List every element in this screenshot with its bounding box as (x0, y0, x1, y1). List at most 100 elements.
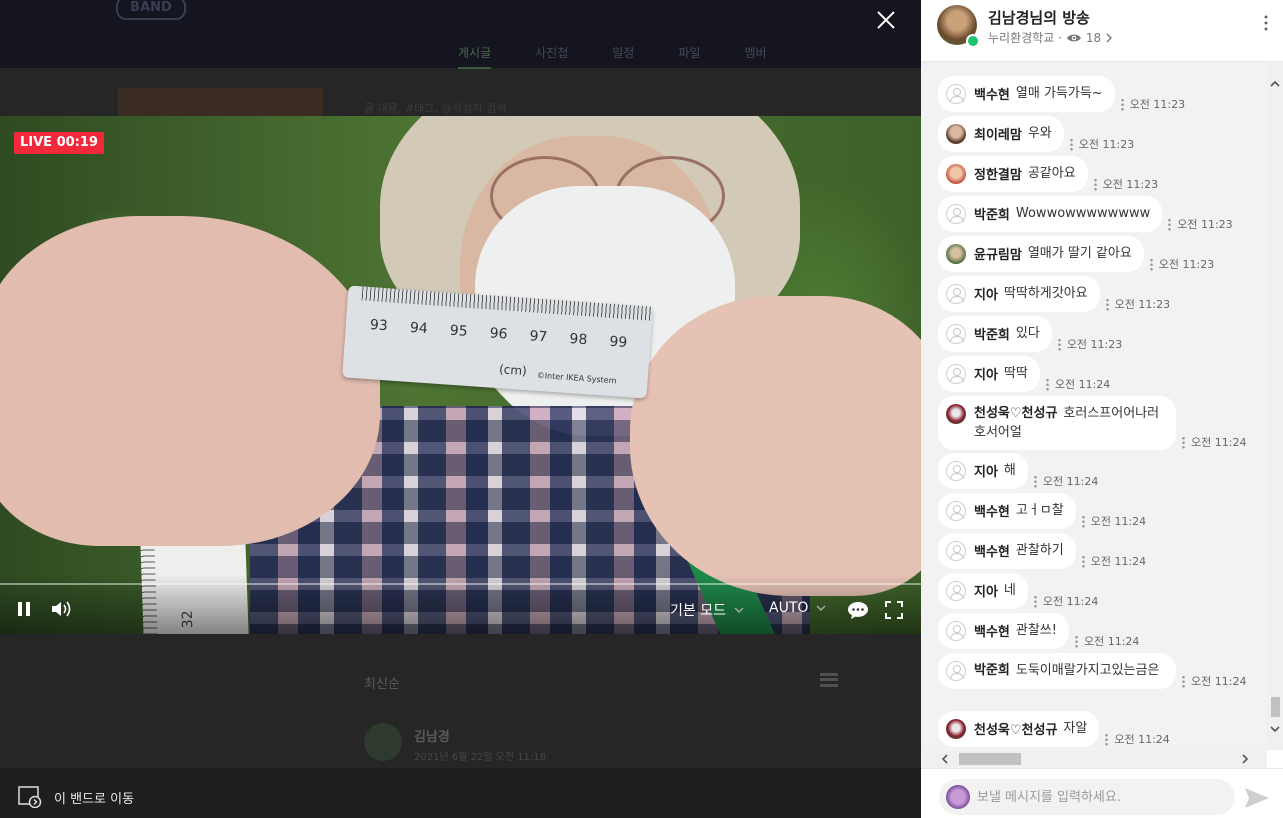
message-bubble: 지아 딱딱하게갓아요 (938, 276, 1100, 312)
user-avatar[interactable] (946, 364, 966, 384)
message-more-icon[interactable] (1149, 257, 1153, 271)
user-avatar[interactable] (946, 244, 966, 264)
vertical-scrollbar[interactable] (1267, 62, 1283, 750)
chat-message: 박준희 Wowwowwwwwwww 오전 11:23 (938, 196, 1233, 232)
message-more-icon[interactable] (1105, 732, 1109, 746)
user-avatar[interactable] (946, 284, 966, 304)
chat-message: 윤규림맘 열매가 딸기 같아요 오전 11:23 (938, 236, 1214, 272)
message-bubble: 정한결맘 공같아요 (938, 156, 1088, 192)
message-more-icon[interactable] (1045, 377, 1049, 391)
scroll-left-icon[interactable] (941, 754, 949, 764)
background-search: 글 내용, #태그, @작성자 검색 (364, 102, 507, 115)
mode-selector[interactable]: 기본 모드 (670, 600, 744, 620)
sender-name: 윤규림맘 (974, 248, 1022, 263)
ruler-number: 95 (449, 322, 469, 340)
fullscreen-icon[interactable] (885, 601, 903, 619)
message-text: 열매가 딸기 같아요 (1027, 246, 1132, 261)
message-more-icon[interactable] (1074, 634, 1078, 648)
message-more-icon[interactable] (1057, 337, 1061, 351)
message-time: 오전 11:23 (1177, 218, 1233, 231)
vertical-scroll-thumb[interactable] (1271, 697, 1280, 717)
message-more-icon[interactable] (1033, 474, 1037, 488)
live-video[interactable]: 34 33 32 93 94 95 96 97 98 99 (cm) ©Inte… (0, 116, 921, 634)
chat-message: 백수현 관찰쓰! 오전 11:24 (938, 613, 1139, 649)
message-more-icon[interactable] (1081, 554, 1085, 568)
background-tabs: 게시글 사진첩 일정 파일 멤버 (458, 44, 767, 69)
horizontal-scroll-thumb[interactable] (959, 753, 1021, 765)
message-more-icon[interactable] (1120, 97, 1124, 111)
eye-icon (1066, 34, 1081, 41)
message-more-icon[interactable] (1168, 217, 1172, 231)
user-avatar[interactable] (946, 164, 966, 184)
message-text: 열매 가득가득~ (1015, 86, 1103, 101)
pause-icon[interactable] (16, 600, 32, 618)
user-avatar[interactable] (946, 719, 966, 739)
user-avatar[interactable] (946, 324, 966, 344)
chat-toggle-icon[interactable] (847, 600, 869, 620)
volume-icon[interactable] (50, 600, 74, 618)
message-text: 딱딱 (1003, 366, 1028, 381)
my-avatar (946, 785, 970, 809)
chat-message: 지아 딱딱하게갓아요 오전 11:23 (938, 276, 1170, 312)
user-avatar[interactable] (946, 621, 966, 641)
message-time: 오전 11:24 (1114, 733, 1170, 746)
user-avatar[interactable] (946, 84, 966, 104)
sender-name: 지아 (974, 585, 998, 600)
user-avatar[interactable] (946, 661, 966, 681)
message-more-icon[interactable] (1069, 137, 1073, 151)
message-time: 오전 11:24 (1054, 378, 1111, 391)
horizontal-scrollbar[interactable] (921, 750, 1267, 768)
sender-name: 박준희 (974, 328, 1010, 343)
message-more-icon[interactable] (1081, 514, 1085, 528)
message-time: 오전 11:24 (1042, 595, 1099, 608)
user-avatar[interactable] (946, 204, 966, 224)
background-cover-image (118, 88, 323, 116)
broadcast-subtitle[interactable]: 누리환경학교 · 18 (988, 29, 1113, 46)
scroll-right-icon[interactable] (1241, 754, 1249, 764)
message-time: 오전 11:24 (1090, 515, 1147, 528)
message-more-icon[interactable] (1093, 177, 1097, 191)
message-input[interactable] (977, 779, 1227, 815)
quality-label: AUTO (769, 600, 809, 616)
user-avatar[interactable] (946, 124, 966, 144)
user-avatar[interactable] (946, 461, 966, 481)
sender-name: 최이레맘 (974, 128, 1022, 143)
scroll-down-icon[interactable] (1270, 725, 1280, 733)
message-more-icon[interactable] (1105, 297, 1109, 311)
progress-bar[interactable] (0, 583, 921, 585)
sender-name: 백수현 (974, 545, 1010, 560)
message-composer (921, 768, 1283, 818)
message-bubble: 윤규림맘 열매가 딸기 같아요 (938, 236, 1144, 272)
message-time: 오전 11:23 (1129, 98, 1186, 111)
chat-message: 백수현 고ㅓㅁ찰 오전 11:24 (938, 493, 1146, 529)
background-post-author: 김남경 (414, 730, 450, 745)
message-time: 오전 11:23 (1066, 338, 1123, 351)
user-avatar[interactable] (946, 581, 966, 601)
tab-photos: 사진첩 (535, 46, 569, 60)
message-text: 관찰하기 (1015, 543, 1064, 558)
message-more-icon[interactable] (1033, 594, 1037, 608)
user-avatar[interactable] (946, 404, 966, 424)
more-options-icon[interactable] (1261, 14, 1271, 32)
close-icon[interactable] (872, 6, 900, 34)
scroll-up-icon[interactable] (1270, 80, 1280, 88)
goto-band-button[interactable]: 이 밴드로 이동 (18, 786, 134, 808)
message-bubble: 백수현 관찰쓰! (938, 613, 1069, 649)
user-avatar[interactable] (946, 541, 966, 561)
send-icon[interactable] (1243, 786, 1271, 810)
tab-posts: 게시글 (458, 44, 492, 69)
sender-name: 박준희 (974, 208, 1010, 223)
chat-message-list[interactable]: 백수현 열매 가득가득~ 오전 11:23 최이레맘 우와 오전 11:23 정한결… (921, 62, 1283, 750)
chat-message: 백수현 열매 가득가득~ 오전 11:23 (938, 76, 1185, 112)
message-more-icon[interactable] (1182, 674, 1185, 688)
message-more-icon[interactable] (1182, 435, 1185, 449)
sender-name: 천성욱♡천성규 (974, 406, 1058, 421)
user-avatar[interactable] (946, 501, 966, 521)
chat-panel: 김남경님의 방송 누리환경학교 · 18 백수현 열매 가득가득~ 오전 11:2… (921, 0, 1283, 818)
ruler-brand: ©Inter IKEA System (536, 370, 617, 386)
tab-schedule: 일정 (612, 46, 635, 60)
quality-selector[interactable]: AUTO (769, 600, 826, 616)
message-time: 오전 11:24 (1083, 635, 1140, 648)
ruler-number: 98 (568, 331, 588, 349)
chat-message: 박준희 있다 오전 11:23 (938, 316, 1122, 352)
